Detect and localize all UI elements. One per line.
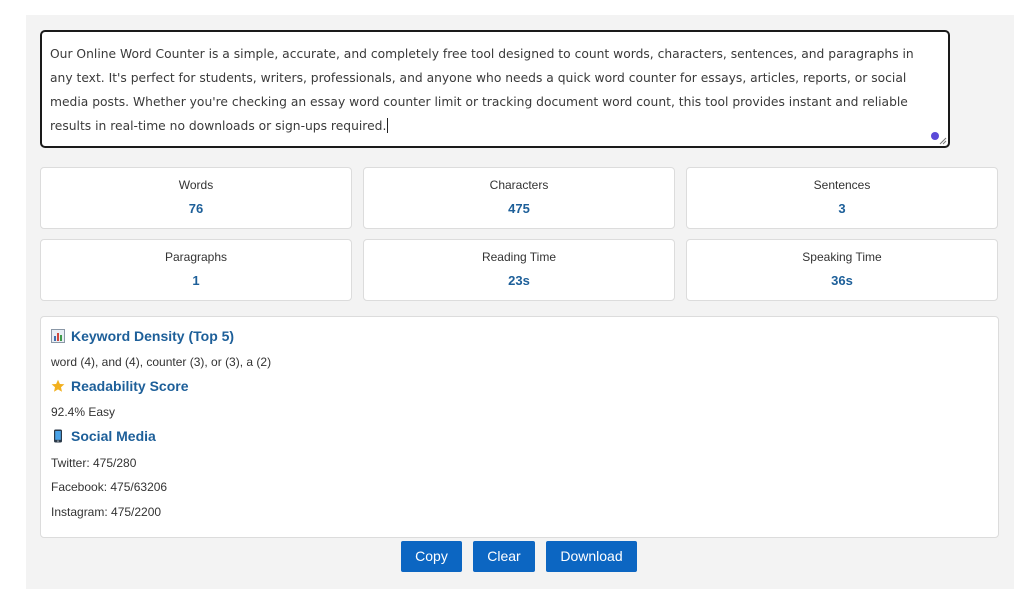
text-caret <box>387 118 389 133</box>
stat-value: 23s <box>508 273 530 288</box>
stat-label: Sentences <box>813 178 871 192</box>
text-insights-card: Keyword Density (Top 5) word (4), and (4… <box>40 316 999 538</box>
social-media-heading: Social Media <box>51 428 156 444</box>
keyword-density-title: Keyword Density (Top 5) <box>71 328 235 344</box>
stat-card-paragraphs: Paragraphs 1 <box>40 239 352 301</box>
stat-value: 475 <box>508 201 530 216</box>
stat-value: 36s <box>831 273 853 288</box>
stat-label: Reading Time <box>481 250 557 264</box>
stat-label: Characters <box>489 178 549 192</box>
readability-value: 92.4% Easy <box>51 405 116 419</box>
keyword-density-heading: Keyword Density (Top 5) <box>51 328 234 344</box>
stat-value: 1 <box>192 273 200 288</box>
social-instagram-count: Instagram: 475/2200 <box>51 505 162 519</box>
resize-handle-icon[interactable] <box>939 137 947 145</box>
stat-card-sentences: Sentences 3 <box>686 167 998 229</box>
copy-button[interactable]: Copy <box>401 541 462 572</box>
bar-chart-icon <box>51 329 65 343</box>
grammar-assistant-icon[interactable] <box>931 132 939 140</box>
text-input-content: Our Online Word Counter is a simple, acc… <box>50 47 914 133</box>
stat-card-reading-time: Reading Time 23s <box>363 239 675 301</box>
stat-card-words: Words 76 <box>40 167 352 229</box>
text-input-area[interactable]: Our Online Word Counter is a simple, acc… <box>40 30 950 148</box>
keyword-density-values: word (4), and (4), counter (3), or (3), … <box>51 355 272 369</box>
stat-label: Words <box>178 178 214 192</box>
social-facebook-count: Facebook: 475/63206 <box>51 480 168 494</box>
stat-value: 3 <box>838 201 846 216</box>
stat-card-speaking-time: Speaking Time 36s <box>686 239 998 301</box>
readability-title: Readability Score <box>71 378 189 394</box>
social-twitter-count: Twitter: 475/280 <box>51 456 137 470</box>
stat-label: Paragraphs <box>164 250 228 264</box>
social-media-title: Social Media <box>71 428 156 444</box>
stat-card-characters: Characters 475 <box>363 167 675 229</box>
stat-value: 76 <box>188 201 204 216</box>
stat-label: Speaking Time <box>802 250 882 264</box>
star-icon <box>51 379 65 392</box>
readability-heading: Readability Score <box>51 378 189 394</box>
mobile-phone-icon <box>54 429 62 443</box>
download-button[interactable]: Download <box>546 541 637 572</box>
clear-button[interactable]: Clear <box>473 541 535 572</box>
word-counter-panel: Our Online Word Counter is a simple, acc… <box>26 15 1014 589</box>
